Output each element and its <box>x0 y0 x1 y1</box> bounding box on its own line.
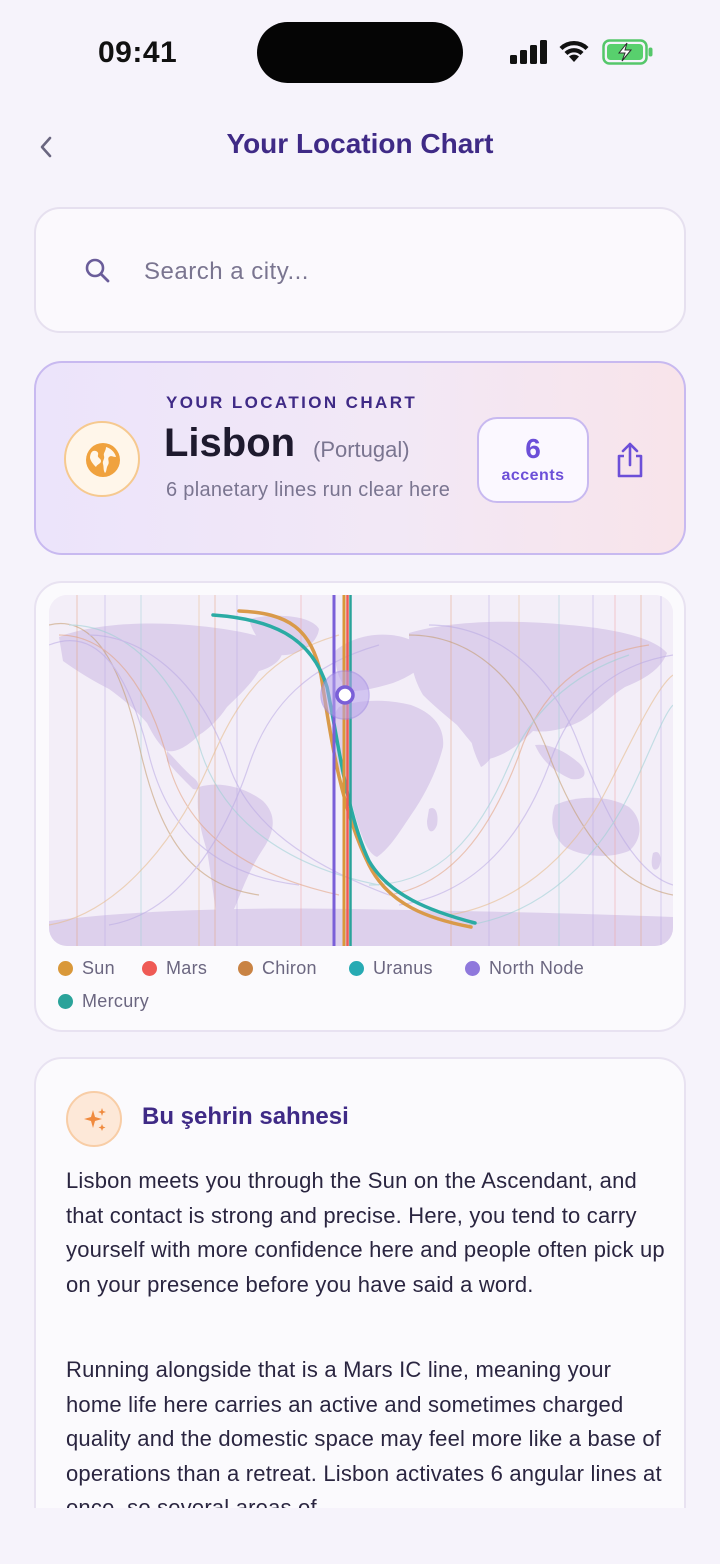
page-title: Your Location Chart <box>226 128 494 159</box>
description-card: Bu şehrin sahnesi Lisbon meets you throu… <box>34 1057 686 1564</box>
legend-label: Chiron <box>262 958 317 978</box>
search-input[interactable] <box>144 247 644 297</box>
search-box[interactable] <box>34 207 686 333</box>
astro-map[interactable] <box>49 595 673 946</box>
legend-uranus: Uranus <box>349 958 433 979</box>
legend-north-node: North Node <box>465 958 584 979</box>
sparkles-icon <box>84 1108 106 1131</box>
legend-label: Sun <box>82 958 115 978</box>
signal-icon <box>510 40 547 64</box>
legend-dot <box>238 961 253 976</box>
legend-sun: Sun <box>58 958 115 979</box>
country-name: (Portugal) <box>313 437 410 462</box>
search-icon <box>85 258 110 283</box>
globe-badge <box>64 421 140 497</box>
sparkles-badge <box>66 1091 122 1147</box>
globe-icon <box>86 443 120 477</box>
location-card: YOUR LOCATION CHART Lisbon (Portugal) 6 … <box>34 361 686 555</box>
bottom-edge <box>0 1508 720 1564</box>
accents-count: 6 <box>525 433 541 464</box>
status-time: 09:41 <box>98 36 178 69</box>
legend-mercury: Mercury <box>58 991 149 1012</box>
legend-dot <box>349 961 364 976</box>
city-name: Lisbon <box>164 421 296 465</box>
legend-dot <box>142 961 157 976</box>
screen: 09:41 Your Location Chart Search a city.… <box>0 0 720 1564</box>
legend-dot <box>58 961 73 976</box>
location-eyebrow: YOUR LOCATION CHART <box>166 393 418 412</box>
legend-mars: Mars <box>142 958 207 979</box>
accents-badge[interactable]: 6 accents <box>477 417 589 503</box>
share-icon[interactable] <box>614 441 646 479</box>
legend-dot <box>465 961 480 976</box>
accents-label: accents <box>501 467 565 484</box>
map-card: Sun Mars Chiron Uranus North Node Mercur… <box>34 581 686 1032</box>
legend-dot <box>58 994 73 1009</box>
legend-label: Mercury <box>82 991 150 1011</box>
description-paragraph-1: Lisbon meets you through the Sun on the … <box>66 1168 665 1297</box>
location-marker <box>335 685 355 705</box>
wifi-icon <box>559 40 589 62</box>
legend-label: Mars <box>166 958 208 978</box>
astro-map-svg <box>49 595 673 946</box>
legend-label: North Node <box>489 958 585 978</box>
battery-icon <box>602 39 653 65</box>
description-paragraph-2: Running alongside that is a Mars IC line… <box>66 1357 662 1520</box>
status-bar: 09:41 <box>0 0 720 100</box>
legend-label: Uranus <box>373 958 433 978</box>
location-summary: 6 planetary lines run clear here <box>166 479 451 501</box>
dynamic-island <box>257 22 463 83</box>
description-title: Bu şehrin sahnesi <box>142 1103 349 1130</box>
legend-chiron: Chiron <box>238 958 317 979</box>
